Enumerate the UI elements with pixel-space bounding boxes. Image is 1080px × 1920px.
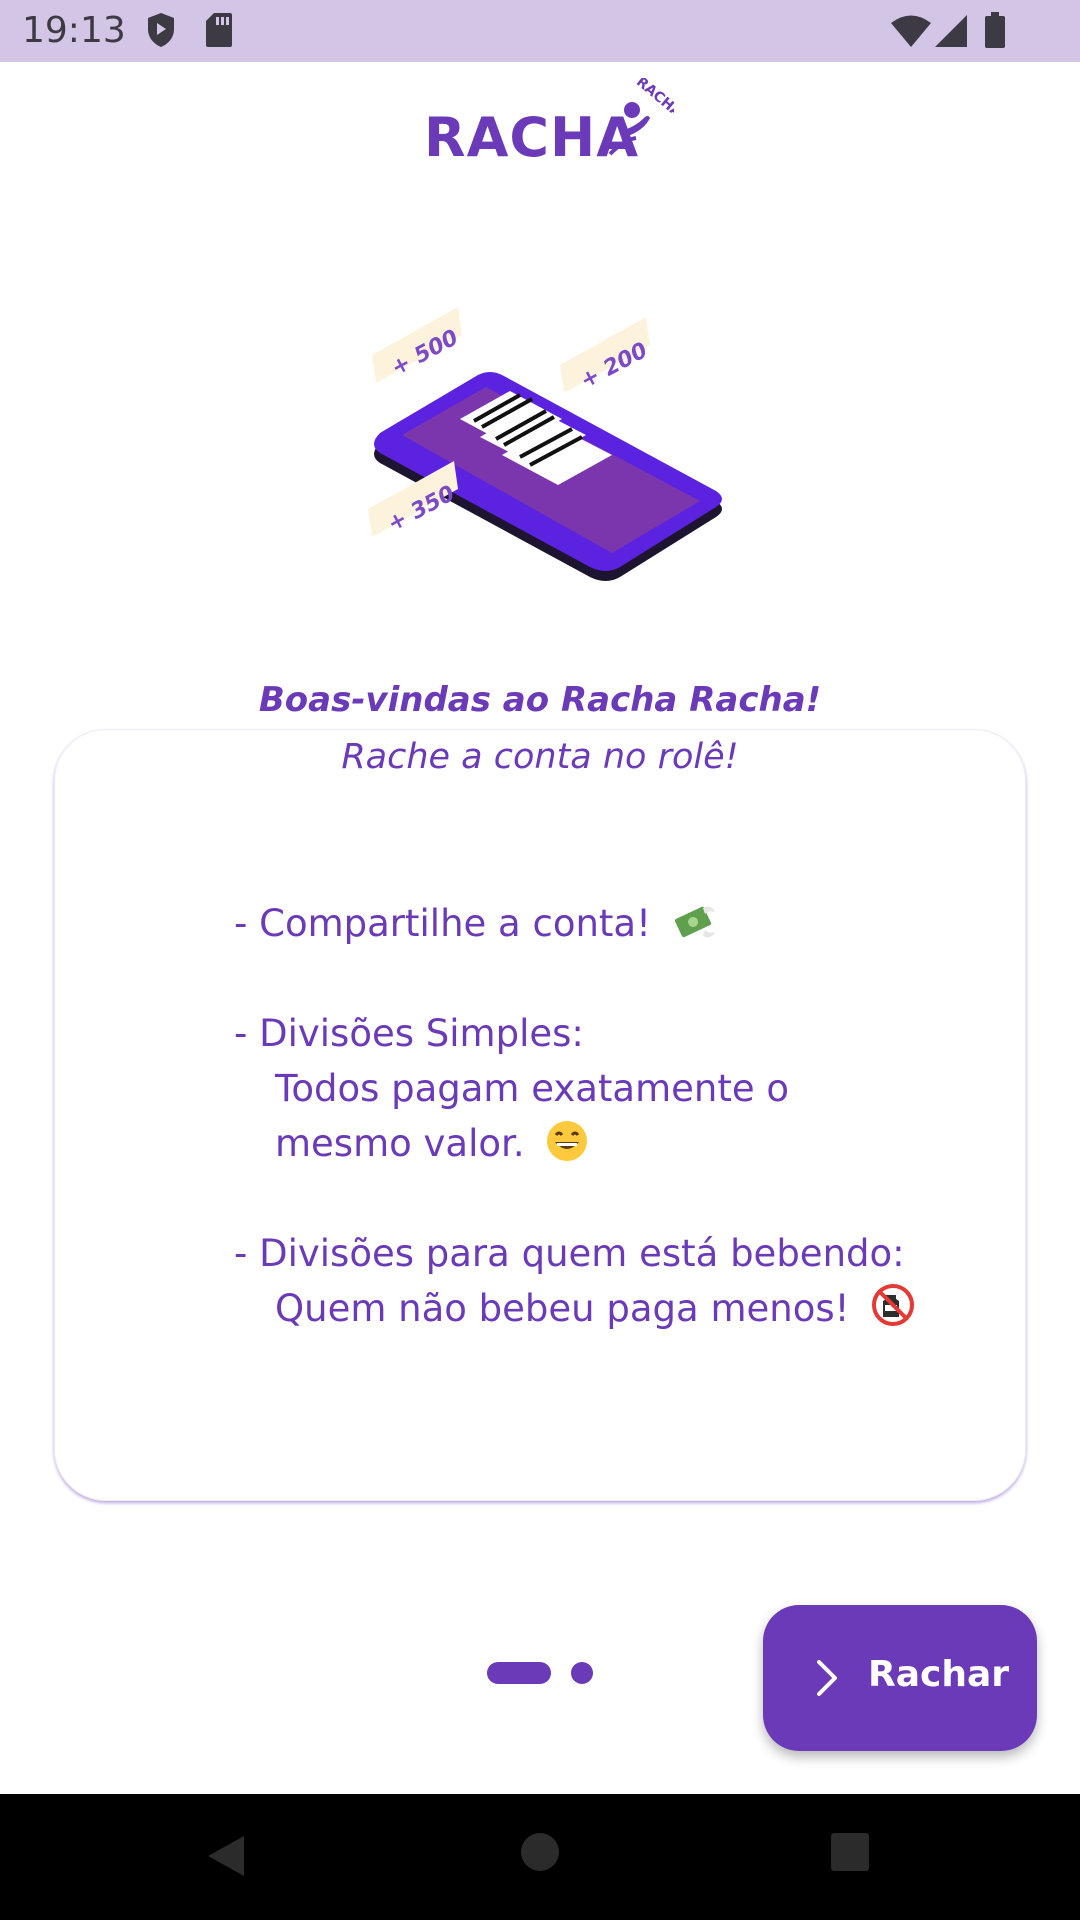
- logo-hand-coin-icon: RACHA: [608, 78, 674, 156]
- feature-simple-line1: Todos pagam exatamente o: [275, 1067, 790, 1110]
- battery-icon: [984, 12, 1006, 52]
- page-indicator-active[interactable]: [487, 1662, 551, 1684]
- feature-simple-line2: mesmo valor.: [275, 1122, 525, 1165]
- feature-drinking-split: - Divisões para quem está bebendo: Quem …: [234, 1226, 915, 1342]
- feature-simple-heading: - Divisões Simples:: [234, 1012, 584, 1055]
- rachar-button-label: Rachar: [868, 1654, 1010, 1695]
- feature-simple-split: - Divisões Simples: Todos pagam exatamen…: [234, 1006, 789, 1177]
- phone-illustration: + 500 + 200 + 350: [368, 307, 722, 581]
- status-bar: 19:13: [0, 0, 1080, 62]
- rachar-button[interactable]: Rachar: [763, 1605, 1037, 1751]
- grinning-face-icon: [546, 1120, 588, 1177]
- tag-500: + 500: [372, 307, 463, 383]
- wifi-icon: [890, 14, 932, 52]
- page-indicator-dot[interactable]: [571, 1662, 593, 1684]
- welcome-title: Boas-vindas ao Racha Racha!: [258, 680, 822, 720]
- no-drinking-icon: [871, 1283, 915, 1342]
- tag-200: + 200: [560, 317, 652, 394]
- sd-card-icon: [205, 12, 233, 52]
- hero-illustration: + 500 + 200 + 350: [350, 295, 730, 595]
- feature-drinking-heading: - Divisões para quem está bebendo:: [234, 1232, 905, 1275]
- chevron-right-icon: [813, 1656, 841, 1704]
- home-icon[interactable]: [520, 1832, 560, 1876]
- feature-share: - Compartilhe a conta!: [234, 896, 717, 957]
- svg-text:RACHA: RACHA: [633, 78, 674, 121]
- recents-icon[interactable]: [830, 1832, 870, 1876]
- shield-icon: [146, 12, 176, 52]
- system-nav-bar: [0, 1794, 1080, 1920]
- feature-drinking-line1: Quem não bebeu paga menos!: [275, 1287, 850, 1330]
- welcome-subtitle: Rache a conta no rolê!: [341, 737, 739, 777]
- back-icon[interactable]: [204, 1832, 248, 1884]
- money-with-wings-icon: [673, 902, 717, 957]
- status-time: 19:13: [22, 10, 126, 51]
- feature-share-text: - Compartilhe a conta!: [234, 902, 651, 945]
- app-logo: RACHA RACHA: [424, 78, 674, 169]
- signal-icon: [934, 14, 968, 52]
